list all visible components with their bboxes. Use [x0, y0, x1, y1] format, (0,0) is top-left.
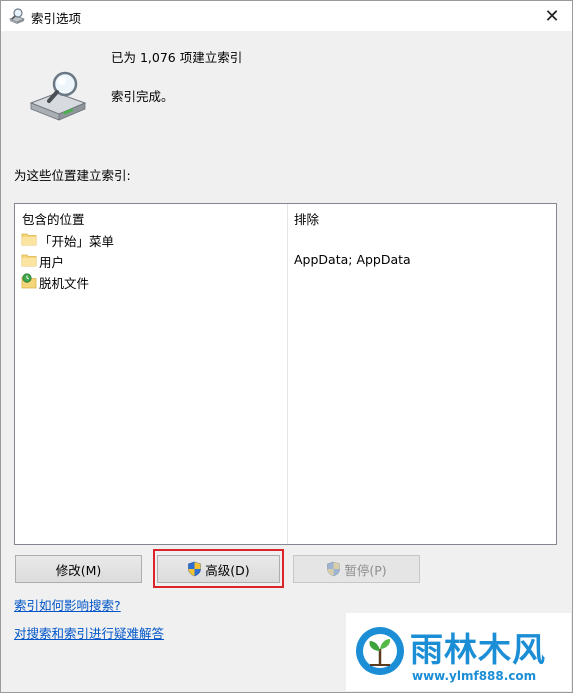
folder-icon [21, 254, 37, 267]
advanced-button[interactable]: 高级(D) [157, 555, 280, 583]
list-item[interactable]: 脱机文件 [15, 271, 556, 291]
location-name: 脱机文件 [39, 276, 90, 291]
close-icon: ✕ [544, 5, 560, 27]
modify-button[interactable]: 修改(M) [15, 555, 142, 583]
troubleshoot-search-indexing-link[interactable]: 对搜索和索引进行疑难解答 [14, 623, 164, 642]
watermark-url: www.ylmf888.com [412, 669, 537, 683]
indexing-options-icon [8, 8, 26, 24]
location-name: 「开始」菜单 [39, 234, 115, 249]
index-status-message: 索引完成。 [111, 89, 174, 104]
list-item[interactable]: 「开始」菜单 [15, 229, 556, 249]
title-bar: 索引选项 ✕ [1, 1, 572, 31]
folder-icon [21, 233, 37, 246]
window-title: 索引选项 [31, 11, 82, 26]
uac-shield-icon [327, 561, 341, 577]
watermark-title: 雨林木风 [410, 630, 546, 669]
index-locations-label: 为这些位置建立索引: [14, 168, 131, 183]
watermark: 雨林木风 www.ylmf888.com [346, 613, 571, 691]
advanced-button-label: 高级(D) [205, 562, 250, 578]
column-header-included-locations[interactable]: 包含的位置 [22, 209, 85, 228]
pause-button[interactable]: 暂停(P) [293, 555, 420, 583]
location-name: 用户 [39, 255, 65, 270]
how-indexing-affects-search-link[interactable]: 索引如何影响搜索? [14, 595, 121, 614]
ylmf-logo-icon [356, 627, 404, 675]
index-locations-list[interactable]: 包含的位置 排除 「开始」菜单 用户 AppData; AppData 脱机文件 [14, 203, 557, 545]
indexing-options-window: 索引选项 ✕ 已为 1,076 项建立索引 索引完成。 为这些位置建立索引: 包… [0, 0, 573, 693]
list-item[interactable]: 用户 AppData; AppData [15, 250, 556, 270]
location-exclude: AppData; AppData [294, 252, 411, 267]
pause-button-label: 暂停(P) [344, 562, 387, 578]
indexing-drive-icon [29, 71, 87, 121]
column-header-exclude[interactable]: 排除 [294, 209, 319, 228]
index-count-text: 已为 1,076 项建立索引 [111, 50, 243, 65]
close-button[interactable]: ✕ [532, 1, 572, 31]
uac-shield-icon [188, 561, 202, 577]
modify-button-label: 修改(M) [55, 562, 102, 578]
offline-files-icon [21, 273, 37, 289]
